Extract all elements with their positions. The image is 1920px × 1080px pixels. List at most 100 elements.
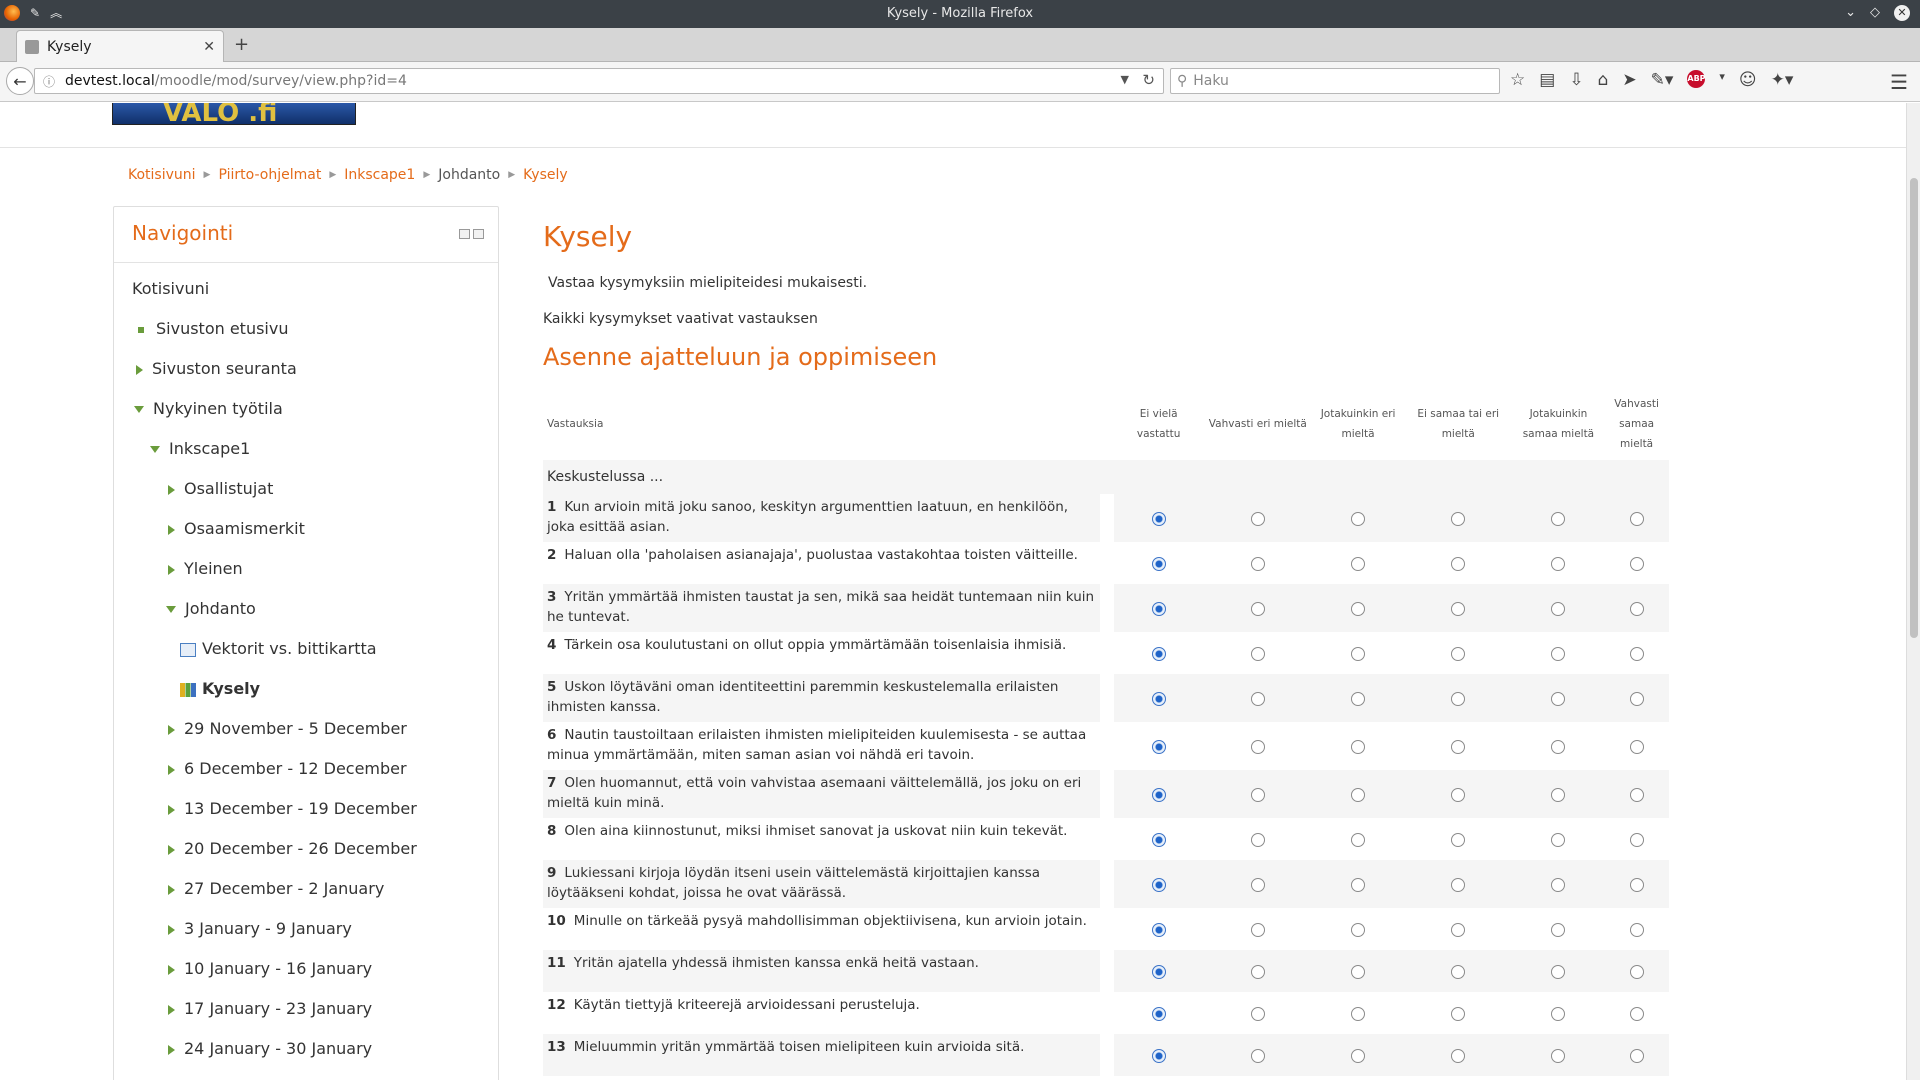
extension-tools-icon[interactable]: ✎▾ [1651, 70, 1674, 90]
radio-option[interactable] [1551, 557, 1566, 571]
radio-option[interactable] [1451, 1007, 1466, 1021]
nav-item-week[interactable]: 17 January - 23 January [168, 999, 372, 1018]
nav-item-sivuston-seuranta[interactable]: Sivuston seuranta [136, 359, 297, 378]
site-logo[interactable]: VALO .fi [112, 103, 356, 125]
radio-option[interactable] [1250, 1007, 1265, 1021]
nav-item-kysely[interactable]: Kysely [180, 679, 260, 698]
reload-icon[interactable]: ↻ [1142, 71, 1155, 89]
back-button[interactable]: ← [6, 67, 34, 95]
nav-item-osaamismerkit[interactable]: Osaamismerkit [168, 519, 305, 538]
nav-item-week[interactable]: 29 November - 5 December [168, 719, 407, 738]
bookmark-star-icon[interactable]: ☆ [1510, 70, 1525, 90]
minimize-icon[interactable]: ⌄ [1845, 5, 1856, 21]
maximize-icon[interactable]: ◇ [1870, 5, 1880, 21]
radio-selected[interactable] [1151, 692, 1166, 706]
radio-option[interactable] [1250, 788, 1265, 802]
nav-item-week[interactable]: 3 January - 9 January [168, 919, 352, 938]
radio-option[interactable] [1250, 512, 1265, 526]
radio-option[interactable] [1351, 647, 1366, 661]
radio-option[interactable] [1629, 788, 1644, 802]
radio-option[interactable] [1250, 1049, 1265, 1063]
chat-icon[interactable]: ☺ [1739, 70, 1757, 90]
radio-option[interactable] [1451, 923, 1466, 937]
radio-option[interactable] [1351, 512, 1366, 526]
nav-item-nykyinen-tyotila[interactable]: Nykyinen työtila [134, 399, 283, 418]
hamburger-menu-icon[interactable]: ☰ [1890, 70, 1908, 94]
collapse-block-icon[interactable] [459, 229, 470, 239]
send-icon[interactable]: ➤ [1622, 70, 1636, 90]
nav-item-kotisivuni[interactable]: Kotisivuni [132, 279, 209, 298]
radio-option[interactable] [1629, 923, 1644, 937]
browser-tab[interactable]: Kysely ✕ [16, 30, 224, 63]
radio-option[interactable] [1351, 557, 1366, 571]
radio-option[interactable] [1551, 647, 1566, 661]
new-tab-button[interactable]: + [234, 34, 249, 55]
radio-option[interactable] [1351, 602, 1366, 616]
radio-selected[interactable] [1151, 512, 1166, 526]
radio-option[interactable] [1351, 692, 1366, 706]
breadcrumb-link-current[interactable]: Kysely [523, 167, 568, 183]
nav-item-yleinen[interactable]: Yleinen [168, 559, 243, 578]
nav-item-inkscape1[interactable]: Inkscape1 [150, 439, 250, 458]
radio-option[interactable] [1629, 1049, 1644, 1063]
radio-option[interactable] [1250, 965, 1265, 979]
radio-selected[interactable] [1151, 833, 1166, 847]
dock-block-icon[interactable] [473, 229, 484, 239]
radio-option[interactable] [1629, 692, 1644, 706]
radio-option[interactable] [1351, 965, 1366, 979]
nav-item-week[interactable]: 27 December - 2 January [168, 879, 384, 898]
radio-selected[interactable] [1151, 1007, 1166, 1021]
close-window-icon[interactable]: ✕ [1894, 5, 1910, 21]
radio-option[interactable] [1351, 788, 1366, 802]
radio-option[interactable] [1351, 833, 1366, 847]
radio-selected[interactable] [1151, 923, 1166, 937]
radio-option[interactable] [1250, 923, 1265, 937]
radio-option[interactable] [1250, 833, 1265, 847]
radio-option[interactable] [1351, 1007, 1366, 1021]
radio-option[interactable] [1451, 788, 1466, 802]
home-icon[interactable]: ⌂ [1598, 70, 1609, 90]
breadcrumb-link-home[interactable]: Kotisivuni [128, 167, 196, 183]
radio-option[interactable] [1250, 557, 1265, 571]
radio-selected[interactable] [1151, 647, 1166, 661]
radio-option[interactable] [1629, 512, 1644, 526]
radio-option[interactable] [1351, 923, 1366, 937]
radio-option[interactable] [1551, 692, 1566, 706]
radio-selected[interactable] [1151, 602, 1166, 616]
radio-option[interactable] [1250, 602, 1265, 616]
radio-option[interactable] [1629, 878, 1644, 892]
radio-option[interactable] [1551, 788, 1566, 802]
adblock-dropdown-icon[interactable]: ▾ [1719, 70, 1725, 90]
radio-option[interactable] [1451, 602, 1466, 616]
url-bar[interactable]: ⓘ devtest.local/moodle/mod/survey/view.p… [34, 68, 1164, 94]
radio-option[interactable] [1250, 647, 1265, 661]
nav-item-week[interactable]: 6 December - 12 December [168, 759, 407, 778]
radio-option[interactable] [1551, 602, 1566, 616]
nav-item-week[interactable]: 24 January - 30 January [168, 1039, 372, 1058]
radio-option[interactable] [1451, 833, 1466, 847]
radio-option[interactable] [1451, 740, 1466, 754]
radio-option[interactable] [1551, 923, 1566, 937]
reading-list-icon[interactable]: ▤ [1539, 70, 1555, 90]
radio-selected[interactable] [1151, 740, 1166, 754]
radio-option[interactable] [1629, 1007, 1644, 1021]
radio-selected[interactable] [1151, 878, 1166, 892]
radio-option[interactable] [1551, 512, 1566, 526]
nav-item-osallistujat[interactable]: Osallistujat [168, 479, 273, 498]
nav-item-week[interactable]: 13 December - 19 December [168, 799, 417, 818]
radio-selected[interactable] [1151, 965, 1166, 979]
nav-item-johdanto[interactable]: Johdanto [166, 599, 256, 618]
scrollbar-thumb[interactable] [1910, 178, 1918, 638]
radio-selected[interactable] [1151, 1049, 1166, 1063]
nav-item-sivuston-etusivu[interactable]: Sivuston etusivu [138, 319, 288, 338]
radio-option[interactable] [1451, 692, 1466, 706]
radio-option[interactable] [1451, 878, 1466, 892]
radio-option[interactable] [1351, 1049, 1366, 1063]
radio-option[interactable] [1451, 1049, 1466, 1063]
adblock-icon[interactable]: ABP [1687, 70, 1706, 88]
page-scrollbar[interactable] [1906, 103, 1920, 1080]
radio-option[interactable] [1351, 878, 1366, 892]
nav-item-week[interactable]: 20 December - 26 December [168, 839, 417, 858]
radio-selected[interactable] [1151, 557, 1166, 571]
search-input[interactable]: ⚲ Haku [1170, 68, 1500, 94]
